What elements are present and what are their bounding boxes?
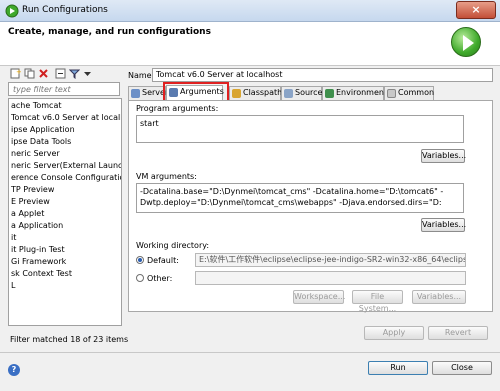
tab-common[interactable]: Common	[384, 86, 434, 100]
tree-item[interactable]: ipse Data Tools	[9, 136, 121, 148]
default-radio[interactable]	[136, 256, 144, 264]
tree-item[interactable]: L	[9, 280, 121, 292]
vm-args-label: VM arguments:	[136, 172, 197, 181]
other-radio[interactable]	[136, 274, 144, 282]
classpath-icon	[232, 89, 241, 98]
server-icon	[131, 89, 140, 98]
tree-item[interactable]: neric Server(External Launch)	[9, 160, 121, 172]
filter-status: Filter matched 18 of 23 items	[10, 335, 129, 344]
svg-text:+: +	[16, 68, 21, 76]
window-close-button[interactable]: ×	[456, 1, 496, 19]
other-label: Other:	[147, 274, 173, 283]
tree-item[interactable]: ache Tomcat	[9, 100, 121, 112]
run-banner-icon	[451, 27, 481, 57]
tree-item[interactable]: neric Server	[9, 148, 121, 160]
name-label: Name:	[128, 71, 155, 80]
delete-icon[interactable]	[38, 68, 49, 79]
filter-input[interactable]	[8, 82, 120, 96]
tree-item[interactable]: E Preview	[9, 196, 121, 208]
tab-environment[interactable]: Environment	[322, 86, 387, 100]
revert-button[interactable]: Revert	[428, 326, 488, 340]
tree-item[interactable]: it	[9, 232, 121, 244]
workspace-button[interactable]: Workspace...	[293, 290, 345, 304]
name-field[interactable]: Tomcat v6.0 Server at localhost	[152, 68, 493, 82]
duplicate-icon[interactable]	[24, 68, 35, 79]
variables-button[interactable]: Variables...	[421, 149, 466, 163]
run-config-icon	[5, 4, 19, 18]
program-args-textarea[interactable]: start	[136, 115, 464, 143]
vm-args-line: Dwtp.deploy="D:\Dynmei\tomcat_cms\webapp…	[140, 198, 442, 207]
source-icon	[284, 89, 293, 98]
environment-icon	[325, 89, 334, 98]
tree-item[interactable]: TP Preview	[9, 184, 121, 196]
tab-classpath[interactable]: Classpath	[229, 86, 282, 100]
program-args-label: Program arguments:	[136, 104, 219, 113]
config-toolbar: +	[8, 66, 120, 81]
vm-args-line: -Dcatalina.base="D:\Dynmei\tomcat_cms" -…	[140, 187, 444, 196]
tree-item[interactable]: Gi Framework	[9, 256, 121, 268]
other-variables-button[interactable]: Variables...	[412, 290, 466, 304]
default-label: Default:	[147, 256, 179, 265]
tree-item[interactable]: ipse Application	[9, 124, 121, 136]
common-icon	[387, 89, 396, 98]
vm-args-textarea[interactable]: -Dcatalina.base="D:\Dynmei\tomcat_cms" -…	[136, 183, 464, 213]
window-title: Run Configurations	[22, 5, 108, 15]
collapse-all-icon[interactable]	[55, 68, 66, 79]
tree-item[interactable]: a Application	[9, 220, 121, 232]
vm-variables-button[interactable]: Variables...	[421, 218, 466, 232]
working-dir-label: Working directory:	[136, 241, 210, 250]
tree-item[interactable]: it Plug-in Test	[9, 244, 121, 256]
arguments-panel: Program arguments: start Variables... VM…	[128, 100, 493, 313]
tree-item[interactable]: sk Context Test	[9, 268, 121, 280]
default-dir-field: E:\软件\工作软件\eclipse\eclipse-jee-indigo-SR…	[195, 253, 466, 267]
run-button[interactable]: Run	[368, 361, 428, 375]
tab-source[interactable]: Source	[281, 86, 322, 100]
tree-item[interactable]: a Applet	[9, 208, 121, 220]
help-icon[interactable]: ?	[8, 364, 20, 376]
dropdown-icon[interactable]	[82, 68, 93, 79]
close-button[interactable]: Close	[432, 361, 492, 375]
filter-icon[interactable]	[69, 68, 80, 79]
new-config-icon[interactable]: +	[10, 68, 21, 79]
other-dir-field[interactable]	[195, 271, 466, 285]
dialog-heading: Create, manage, and run configurations	[8, 27, 211, 37]
dialog-header: Create, manage, and run configurations	[0, 22, 500, 66]
config-tree[interactable]: ache Tomcat Tomcat v6.0 Server at localh…	[8, 98, 122, 326]
filesystem-button[interactable]: File System...	[352, 290, 403, 313]
apply-button[interactable]: Apply	[364, 326, 424, 340]
tree-item[interactable]: erence Console Configuration	[9, 172, 121, 184]
footer-divider	[0, 352, 500, 353]
tree-item-selected[interactable]: Tomcat v6.0 Server at localho	[9, 112, 121, 124]
tab-server[interactable]: Server	[128, 86, 168, 100]
title-bar: Run Configurations ×	[0, 0, 500, 22]
